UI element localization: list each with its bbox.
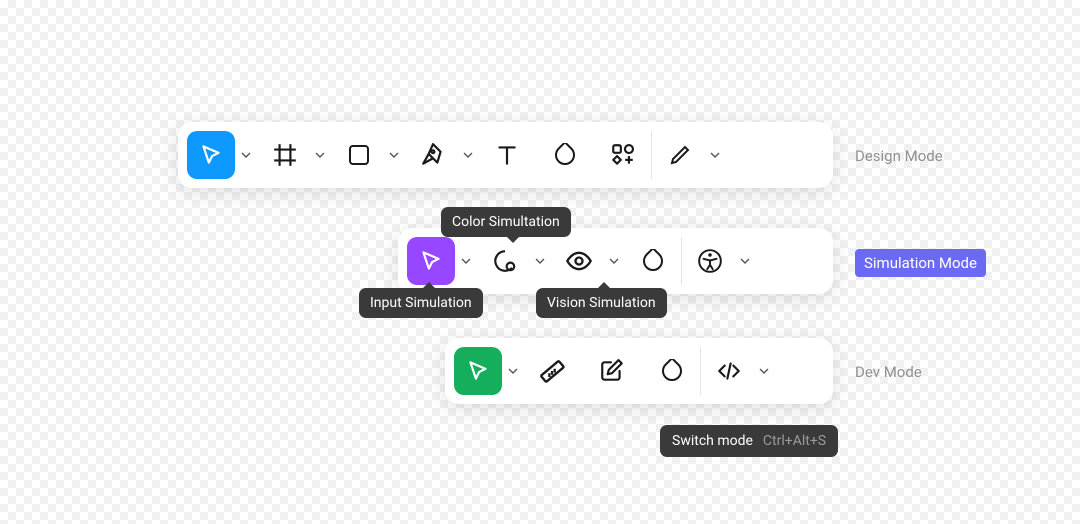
input-simulation-tool[interactable] [407,237,455,285]
switch-mode-shortcut: Switch mode Ctrl+Alt+S [660,425,838,457]
simulation-mode-badge: Simulation Mode [855,249,986,277]
chevron-down-icon [389,150,399,160]
chevron-down-icon [740,256,750,266]
code-icon [716,358,742,384]
vision-simulation-menu[interactable] [605,237,623,285]
move-tool-menu[interactable] [237,131,255,179]
cursor-icon [198,142,224,168]
chevron-down-icon [710,150,720,160]
toolbar-design-mode [178,122,833,188]
color-simulation-menu[interactable] [531,237,549,285]
inspect-tool[interactable] [454,347,502,395]
shortcut-keys: Ctrl+Alt+S [763,433,826,449]
pen-tool-menu[interactable] [459,131,477,179]
tooltip-color-simulation: Color Simultation [441,207,571,237]
code-tool-menu[interactable] [755,347,773,395]
comment-icon [660,359,684,383]
chevron-down-icon [315,150,325,160]
color-sim-icon [492,248,518,274]
chevron-down-icon [609,256,619,266]
text-tool[interactable] [483,131,531,179]
actions-icon [610,142,636,168]
pen-tool[interactable] [409,131,457,179]
shape-tool[interactable] [335,131,383,179]
shortcut-label: Switch mode [672,433,753,449]
edit-tool[interactable] [656,131,704,179]
ruler-icon [538,357,566,385]
chevron-down-icon [508,366,518,376]
frame-tool-menu[interactable] [311,131,329,179]
annotate-icon [599,358,625,384]
comment-icon [641,249,665,273]
code-tool[interactable] [705,347,753,395]
chevron-down-icon [241,150,251,160]
rectangle-icon [347,143,371,167]
pencil-icon [668,143,692,167]
divider [651,131,652,179]
divider [700,347,701,395]
move-tool[interactable] [187,131,235,179]
accessibility-tool-menu[interactable] [736,237,754,285]
frame-icon [272,142,298,168]
inspect-tool-menu[interactable] [504,347,522,395]
design-mode-label: Design Mode [855,147,943,165]
tooltip-input-simulation: Input Simulation [359,288,483,318]
dev-mode-label: Dev Mode [855,363,922,381]
comment-tool-sim[interactable] [629,237,677,285]
text-icon [494,142,520,168]
cursor-icon [465,358,491,384]
divider [681,237,682,285]
chevron-down-icon [759,366,769,376]
comment-tool[interactable] [541,131,589,179]
frame-tool[interactable] [261,131,309,179]
accessibility-icon [697,248,723,274]
eye-icon [565,247,593,275]
tooltip-vision-simulation: Vision Simulation [536,288,667,318]
actions-tool[interactable] [599,131,647,179]
accessibility-tool[interactable] [686,237,734,285]
cursor-icon [418,248,444,274]
annotate-tool[interactable] [588,347,636,395]
edit-tool-menu[interactable] [706,131,724,179]
input-simulation-menu[interactable] [457,237,475,285]
color-simulation-tool[interactable] [481,237,529,285]
chevron-down-icon [463,150,473,160]
chevron-down-icon [535,256,545,266]
shape-tool-menu[interactable] [385,131,403,179]
toolbar-dev-mode [445,338,833,404]
comment-tool-dev[interactable] [648,347,696,395]
comment-icon [553,143,577,167]
vision-simulation-tool[interactable] [555,237,603,285]
pen-icon [420,142,446,168]
chevron-down-icon [461,256,471,266]
toolbar-simulation-mode [398,228,833,294]
measure-tool[interactable] [528,347,576,395]
